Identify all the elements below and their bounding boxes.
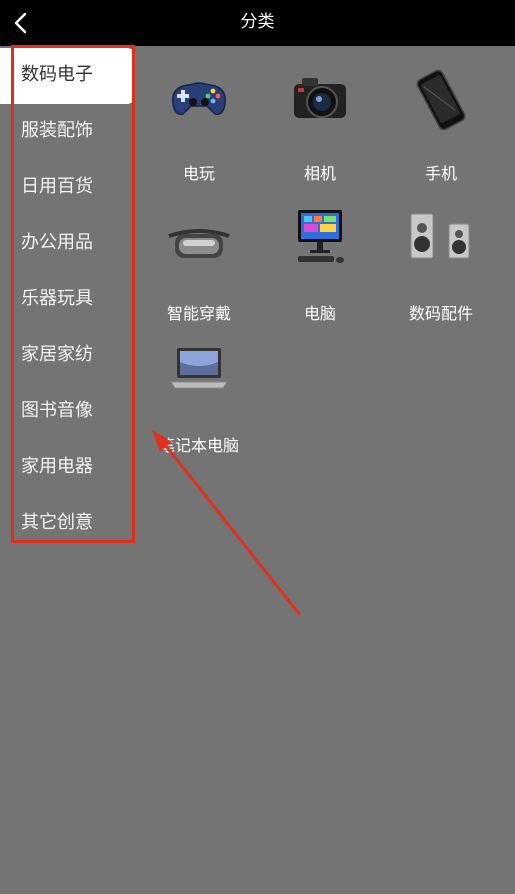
sidebar-item-appliances[interactable]: 家用电器 xyxy=(12,440,138,496)
sidebar-item-home-textiles[interactable]: 家居家纺 xyxy=(12,328,138,384)
speakers-icon xyxy=(410,213,470,259)
sidebar-item-creative-other[interactable]: 其它创意 xyxy=(12,496,138,552)
gamepad-icon xyxy=(171,82,227,116)
sidebar-item-daily-goods[interactable]: 日用百货 xyxy=(12,160,138,216)
desktop-computer-icon xyxy=(298,210,344,263)
product-tile-computer[interactable]: 电脑 xyxy=(265,200,375,324)
category-sidebar: 数码电子 服装配饰 日用百货 办公用品 乐器玩具 家居家纺 图书音像 家用电器 … xyxy=(0,48,138,552)
chevron-left-icon xyxy=(14,12,27,34)
product-label: 笔记本电脑 xyxy=(158,436,239,455)
product-tile-accessories[interactable]: 数码配件 xyxy=(386,200,496,324)
product-label: 手机 xyxy=(424,164,457,183)
sidebar-item-apparel[interactable]: 服装配饰 xyxy=(12,104,138,160)
product-tile-camera[interactable]: 相机 xyxy=(265,60,375,184)
laptop-icon xyxy=(170,348,228,389)
product-tile-laptop[interactable]: 笔记本电脑 xyxy=(144,332,254,456)
sidebar-item-office-supplies[interactable]: 办公用品 xyxy=(12,216,138,272)
product-label: 电玩 xyxy=(182,164,215,183)
product-tile-phone[interactable]: 手机 xyxy=(386,60,496,184)
page-title: 分类 xyxy=(240,12,275,32)
camera-icon xyxy=(294,78,346,118)
back-button[interactable] xyxy=(6,7,38,39)
sidebar-item-books-media[interactable]: 图书音像 xyxy=(12,384,138,440)
phone-icon xyxy=(416,69,466,131)
product-label: 智能穿戴 xyxy=(166,304,231,323)
product-tile-wearables[interactable]: 智能穿戴 xyxy=(144,200,254,324)
product-label: 电脑 xyxy=(303,304,336,323)
sidebar-item-digital-electronics[interactable]: 数码电子 xyxy=(0,48,135,104)
product-tile-games[interactable]: 电玩 xyxy=(144,60,254,184)
top-bar: 分类 xyxy=(0,0,515,46)
sidebar-item-instruments-toys[interactable]: 乐器玩具 xyxy=(12,272,138,328)
vr-headset-icon xyxy=(168,229,230,258)
product-label: 相机 xyxy=(303,164,336,183)
product-label: 数码配件 xyxy=(408,304,473,323)
